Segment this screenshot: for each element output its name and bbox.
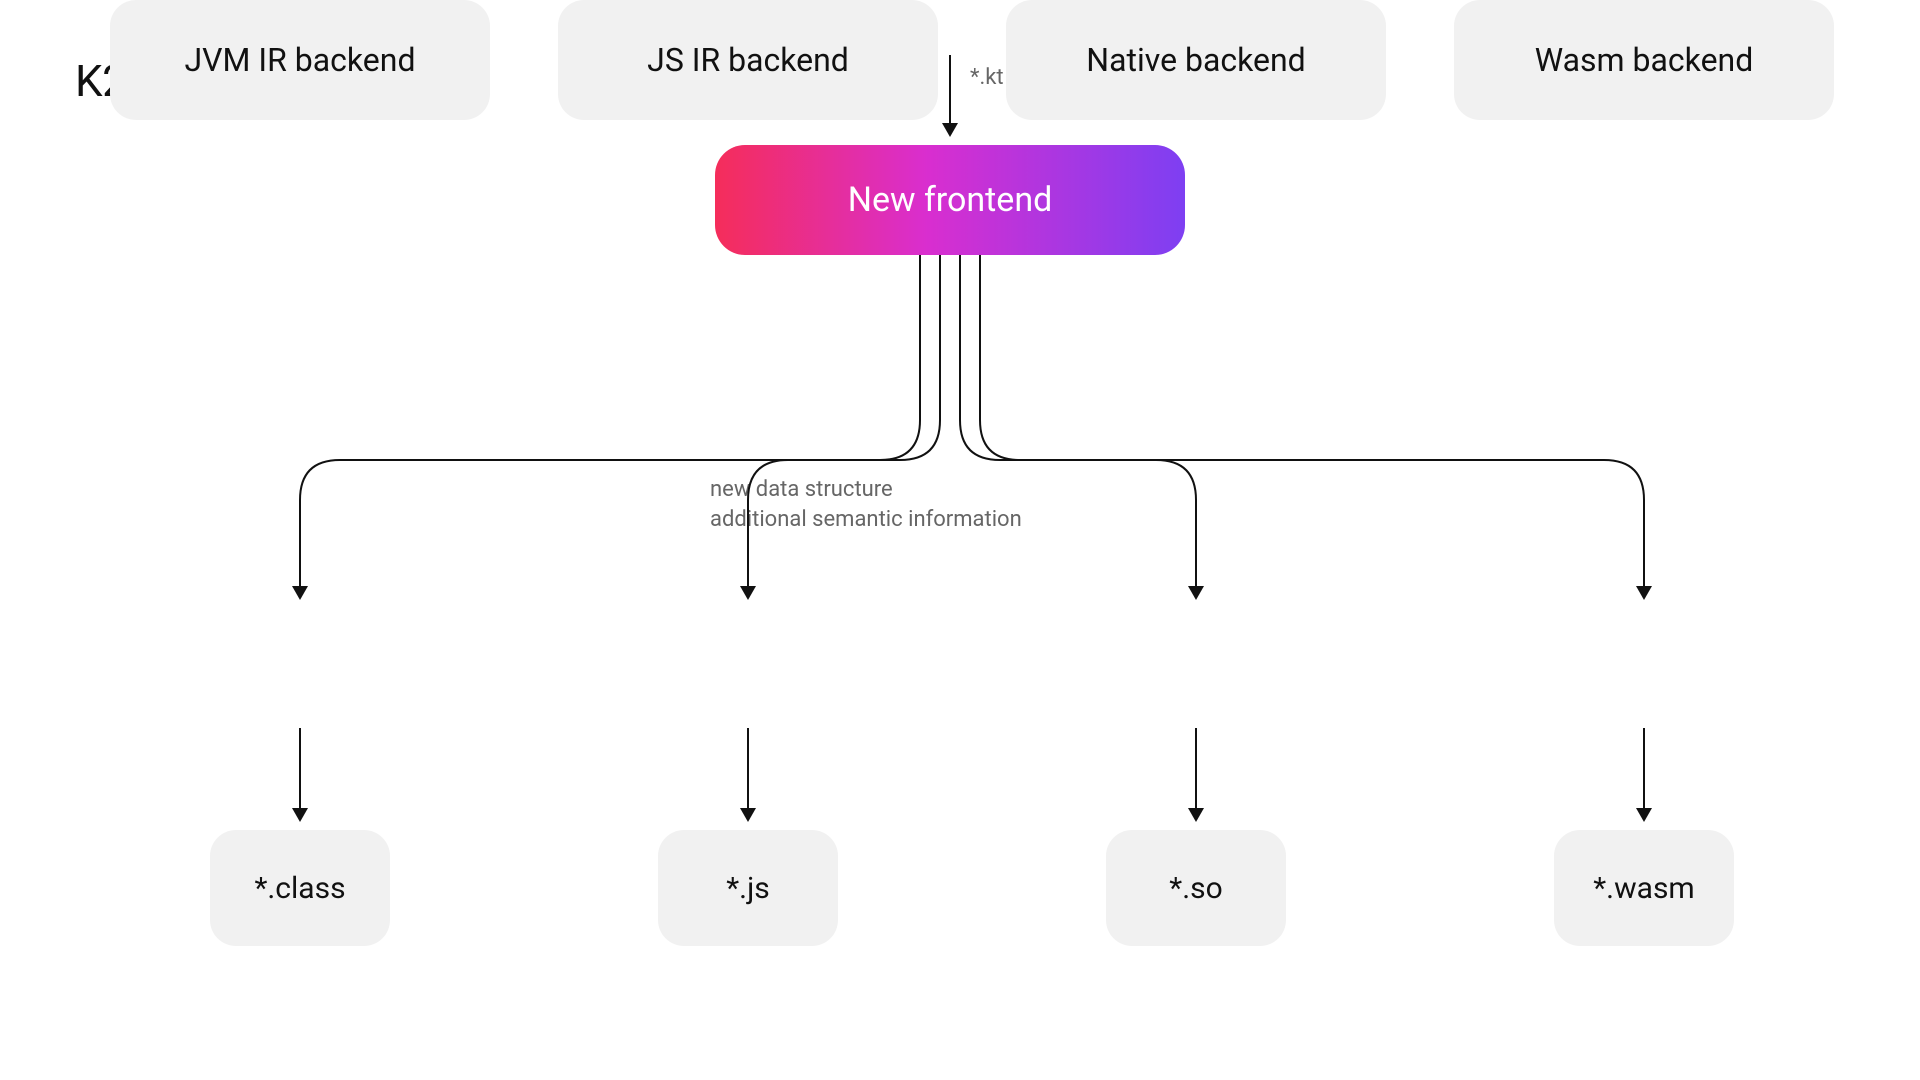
edge-annotation-line2: additional semantic information — [710, 505, 1022, 535]
frontend-node-label: New frontend — [848, 180, 1053, 220]
backend-node-jvm: JVM IR backend — [110, 0, 490, 120]
backend-node-native: Native backend — [1006, 0, 1386, 120]
output-label: *.js — [726, 871, 770, 906]
output-label: *.so — [1169, 871, 1222, 906]
backend-label: JS IR backend — [647, 41, 849, 79]
edge-annotation-line1: new data structure — [710, 475, 1022, 505]
output-node-so: *.so — [1106, 830, 1286, 946]
backend-label: Wasm backend — [1535, 41, 1754, 79]
output-label: *.class — [254, 871, 345, 906]
backend-label: JVM IR backend — [185, 41, 416, 79]
frontend-node: New frontend — [715, 145, 1185, 255]
output-node-class: *.class — [210, 830, 390, 946]
edge-annotation: new data structure additional semantic i… — [710, 475, 1022, 534]
output-node-wasm: *.wasm — [1554, 830, 1734, 946]
arrow-frontend-to-wasm — [980, 255, 1644, 598]
diagram-canvas: K2 Kotlin compiler *.kt New frontend new… — [0, 0, 1920, 1080]
arrow-frontend-to-jvm — [300, 255, 920, 598]
backend-node-wasm: Wasm backend — [1454, 0, 1834, 120]
backend-node-js: JS IR backend — [558, 0, 938, 120]
output-node-js: *.js — [658, 830, 838, 946]
input-file-label: *.kt — [970, 65, 1004, 90]
arrow-frontend-to-native — [960, 255, 1196, 598]
backend-label: Native backend — [1086, 41, 1305, 79]
output-label: *.wasm — [1593, 871, 1694, 906]
arrow-frontend-to-js — [748, 255, 940, 598]
